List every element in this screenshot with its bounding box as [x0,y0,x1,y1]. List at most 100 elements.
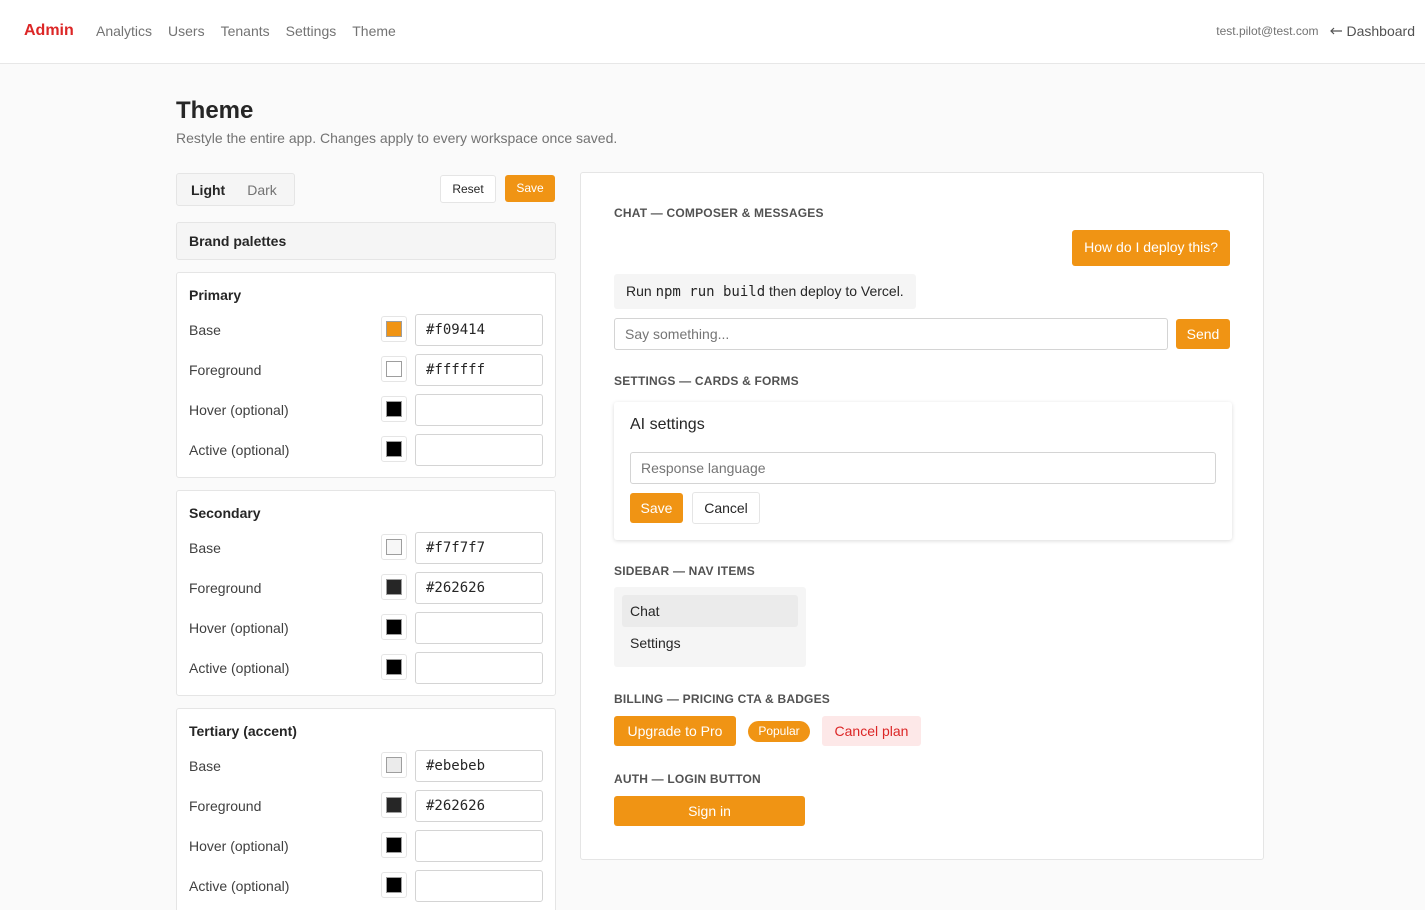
palette-row: Base [189,750,543,782]
nav-links: Analytics Users Tenants Settings Theme [96,23,396,39]
color-swatch [386,441,402,457]
palette-row: Hover (optional) [189,394,543,426]
color-picker[interactable] [381,654,407,680]
reset-button[interactable]: Reset [440,175,496,203]
row-label: Base [189,322,221,338]
row-label: Active (optional) [189,878,290,894]
card-title: AI settings [630,416,705,433]
color-picker[interactable] [381,356,407,382]
page-title: Theme [176,97,254,124]
auth-section-heading: AUTH — LOGIN BUTTON [614,772,761,786]
upgrade-button[interactable]: Upgrade to Pro [614,716,736,746]
row-label: Hover (optional) [189,838,289,854]
color-hex-input[interactable] [415,354,543,386]
inline-code: npm run build [655,284,766,300]
row-label: Base [189,540,221,556]
chat-section-heading: CHAT — COMPOSER & MESSAGES [614,206,824,220]
palette-row: Active (optional) [189,870,543,902]
color-picker[interactable] [381,436,407,462]
theme-preview-panel: CHAT — COMPOSER & MESSAGES How do I depl… [580,172,1264,860]
color-hex-input[interactable] [415,434,543,466]
color-picker[interactable] [381,872,407,898]
palette-tertiary: Tertiary (accent) Base Foreground Hover … [176,708,556,910]
color-swatch [386,659,402,675]
color-hex-input[interactable] [415,572,543,604]
mode-dark-option[interactable]: Dark [236,177,288,203]
color-swatch [386,757,402,773]
palette-title: Tertiary (accent) [189,723,297,739]
sidebar-preview: Chat Settings [614,587,806,667]
row-label: Base [189,758,221,774]
row-label: Hover (optional) [189,402,289,418]
dashboard-link[interactable]: Dashboard [1329,23,1416,39]
palette-row: Active (optional) [189,434,543,466]
top-nav-bar: Admin Analytics Users Tenants Settings T… [0,0,1425,64]
palette-row: Base [189,532,543,564]
nav-link-analytics[interactable]: Analytics [96,23,152,39]
brand-logo[interactable]: Admin [24,22,74,40]
row-label: Hover (optional) [189,620,289,636]
color-hex-input[interactable] [415,314,543,346]
palette-row: Foreground [189,572,543,604]
color-hex-input[interactable] [415,750,543,782]
dashboard-link-label: Dashboard [1346,23,1416,39]
assistant-message-bubble: Run npm run build then deploy to Vercel. [614,274,916,309]
row-label: Foreground [189,580,262,596]
nav-link-theme[interactable]: Theme [352,23,396,39]
palette-row: Foreground [189,790,543,822]
color-hex-input[interactable] [415,394,543,426]
color-picker[interactable] [381,396,407,422]
sidebar-item-settings[interactable]: Settings [622,627,798,659]
sign-in-button[interactable]: Sign in [614,796,805,826]
chat-composer-input[interactable] [614,318,1168,350]
mode-light-option[interactable]: Light [180,177,236,203]
settings-section-heading: SETTINGS — CARDS & FORMS [614,374,799,388]
palette-row: Active (optional) [189,652,543,684]
settings-card: AI settings Save Cancel [614,402,1232,540]
color-picker[interactable] [381,316,407,342]
color-swatch [386,579,402,595]
user-email: test.pilot@test.com [1216,24,1319,38]
color-swatch [386,361,402,377]
palette-title: Primary [189,287,242,303]
nav-link-users[interactable]: Users [168,23,205,39]
color-picker[interactable] [381,574,407,600]
cancel-plan-button[interactable]: Cancel plan [822,716,921,746]
color-hex-input[interactable] [415,790,543,822]
color-hex-input[interactable] [415,532,543,564]
color-hex-input[interactable] [415,612,543,644]
color-picker[interactable] [381,614,407,640]
send-button[interactable]: Send [1176,319,1230,349]
billing-section-heading: BILLING — PRICING CTA & BADGES [614,692,830,706]
save-button[interactable]: Save [505,175,555,202]
palette-row: Hover (optional) [189,612,543,644]
palette-primary: Primary Base Foreground Hover (optional)… [176,272,556,478]
sidebar-section-heading: SIDEBAR — NAV ITEMS [614,564,755,578]
row-label: Foreground [189,362,262,378]
color-picker[interactable] [381,832,407,858]
popular-badge: Popular [748,721,810,742]
row-label: Active (optional) [189,442,290,458]
color-picker[interactable] [381,534,407,560]
color-hex-input[interactable] [415,652,543,684]
nav-link-tenants[interactable]: Tenants [221,23,270,39]
top-right-area: test.pilot@test.com Dashboard [1216,23,1415,39]
color-swatch [386,837,402,853]
nav-link-settings[interactable]: Settings [286,23,337,39]
page-subtitle: Restyle the entire app. Changes apply to… [176,130,618,146]
palette-title: Secondary [189,505,261,521]
color-picker[interactable] [381,792,407,818]
color-hex-input[interactable] [415,830,543,862]
sidebar-item-chat[interactable]: Chat [622,595,798,627]
color-hex-input[interactable] [415,870,543,902]
palette-row: Base [189,314,543,346]
row-label: Foreground [189,798,262,814]
arrow-left-icon [1329,27,1342,35]
response-language-input[interactable] [630,452,1216,484]
color-picker[interactable] [381,752,407,778]
card-save-button[interactable]: Save [630,493,683,523]
palette-row: Hover (optional) [189,830,543,862]
card-cancel-button[interactable]: Cancel [692,492,760,524]
brand-palettes-header[interactable]: Brand palettes [176,222,556,260]
color-swatch [386,797,402,813]
